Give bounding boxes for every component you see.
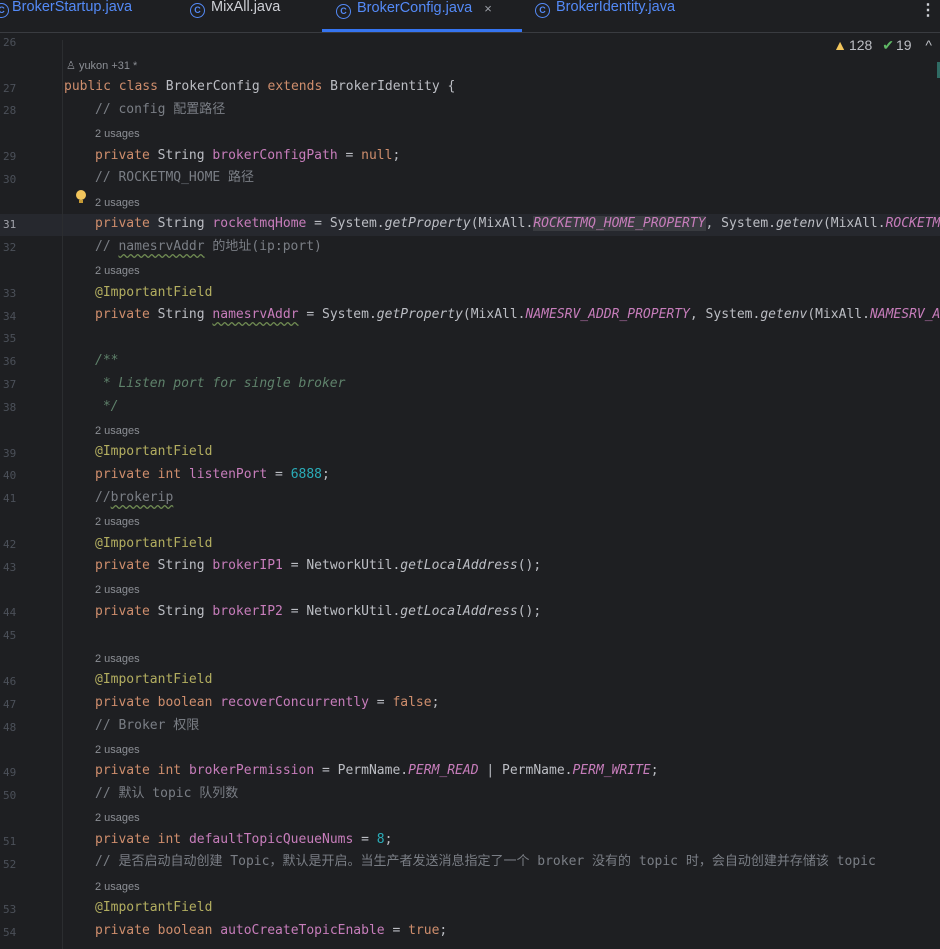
code-line-30: // ROCKETMQ_HOME 路径 <box>95 170 255 185</box>
line-number: 49 <box>3 766 17 779</box>
java-class-icon: C <box>190 3 205 18</box>
code-line-54: private boolean autoCreateTopicEnable = … <box>95 923 448 938</box>
lightbulb-icon[interactable] <box>76 190 86 203</box>
java-class-icon: C <box>535 3 550 18</box>
code-line-53: @ImportantField <box>95 900 213 915</box>
line-number: 36 <box>3 355 17 368</box>
usages-hint[interactable]: 2 usages <box>95 584 140 596</box>
warning-count: 128 <box>848 37 873 53</box>
inspection-widget[interactable]: ▲ 128 ✔ 19 ^ <box>833 37 932 54</box>
line-number: 47 <box>3 698 17 711</box>
line-number: 48 <box>3 721 17 734</box>
more-tabs-icon[interactable]: ⋮ <box>920 0 936 20</box>
line-number: 45 <box>3 629 17 642</box>
code-line-27: public class BrokerConfig extends Broker… <box>64 79 456 94</box>
tab-broker-config[interactable]: C BrokerConfig.java × <box>322 0 522 32</box>
code-line-40: private int listenPort = 6888; <box>95 467 330 482</box>
code-line-50: // 默认 topic 队列数 <box>95 786 239 801</box>
line-number: 51 <box>3 835 17 848</box>
line-number: 54 <box>3 926 17 939</box>
indent-guide <box>62 40 63 949</box>
code-line-41: //brokerip <box>95 490 174 505</box>
usages-hint[interactable]: 2 usages <box>95 744 140 756</box>
usages-hint[interactable]: 2 usages <box>95 881 140 893</box>
line-number: 39 <box>3 447 17 460</box>
line-number: 30 <box>3 173 17 186</box>
warning-icon: ▲ <box>833 37 847 53</box>
line-number: 41 <box>3 492 17 505</box>
usages-hint[interactable]: 2 usages <box>95 812 140 824</box>
weak-warning-icon: ✔ <box>882 37 894 53</box>
usages-hint[interactable]: 2 usages <box>95 128 140 140</box>
java-class-icon: C <box>336 4 351 19</box>
close-tab-icon[interactable]: × <box>484 1 492 16</box>
line-number: 28 <box>3 104 17 117</box>
author-hint[interactable]: ♙ yukon +31 * <box>66 59 137 72</box>
line-number: 29 <box>3 150 17 163</box>
line-number: 26 <box>3 36 17 49</box>
line-number: 34 <box>3 310 17 323</box>
chevron-up-icon[interactable]: ^ <box>925 37 932 53</box>
line-number: 40 <box>3 469 17 482</box>
line-number: 37 <box>3 378 17 391</box>
usages-hint[interactable]: 2 usages <box>95 197 140 209</box>
code-line-36: /** <box>95 353 119 368</box>
code-line-42: @ImportantField <box>95 536 213 551</box>
code-line-46: @ImportantField <box>95 672 213 687</box>
line-number: 46 <box>3 675 17 688</box>
line-number: 50 <box>3 789 17 802</box>
code-line-39: @ImportantField <box>95 444 213 459</box>
code-line-31: private String rocketmqHome = System.get… <box>95 216 940 231</box>
line-number: 44 <box>3 606 17 619</box>
code-line-52: // 是否启动自动创建 Topic，默认是开启。当生产者发送消息指定了一个 br… <box>95 854 876 869</box>
editor-tab-bar: C BrokerStartup.java C MixAll.java C Broker… <box>0 0 940 33</box>
line-number: 35 <box>3 332 17 345</box>
code-line-37: * Listen port for single broker <box>95 376 346 391</box>
person-icon: ♙ <box>66 60 76 72</box>
java-class-icon: C <box>0 3 9 18</box>
line-number: 27 <box>3 82 17 95</box>
code-line-28: // config 配置路径 <box>95 102 226 117</box>
usages-hint[interactable]: 2 usages <box>95 653 140 665</box>
tab-broker-identity[interactable]: C BrokerIdentity.java <box>535 0 675 32</box>
usages-hint[interactable]: 2 usages <box>95 265 140 277</box>
tab-mixall[interactable]: C MixAll.java <box>190 0 280 32</box>
code-line-32: // namesrvAddr 的地址(ip:port) <box>95 239 322 254</box>
weak-warning-count: 19 <box>895 37 912 53</box>
line-number: 43 <box>3 561 17 574</box>
code-line-43: private String brokerIP1 = NetworkUtil.g… <box>95 558 542 573</box>
code-line-47: private boolean recoverConcurrently = fa… <box>95 695 440 710</box>
code-line-34: private String namesrvAddr = System.getP… <box>95 307 940 322</box>
usages-hint[interactable]: 2 usages <box>95 425 140 437</box>
line-number: 52 <box>3 858 17 871</box>
line-number: 31 <box>3 218 17 231</box>
code-line-48: // Broker 权限 <box>95 718 200 733</box>
code-line-33: @ImportantField <box>95 285 213 300</box>
code-line-29: private String brokerConfigPath = null; <box>95 148 401 163</box>
tab-broker-startup[interactable]: C BrokerStartup.java <box>0 0 132 32</box>
line-number: 42 <box>3 538 17 551</box>
line-number: 53 <box>3 903 17 916</box>
code-line-38: */ <box>95 399 119 414</box>
code-line-49: private int brokerPermission = PermName.… <box>95 763 659 778</box>
code-line-51: private int defaultTopicQueueNums = 8; <box>95 832 393 847</box>
line-number: 32 <box>3 241 17 254</box>
line-number: 38 <box>3 401 17 414</box>
line-number: 33 <box>3 287 17 300</box>
code-line-44: private String brokerIP2 = NetworkUtil.g… <box>95 604 542 619</box>
usages-hint[interactable]: 2 usages <box>95 516 140 528</box>
